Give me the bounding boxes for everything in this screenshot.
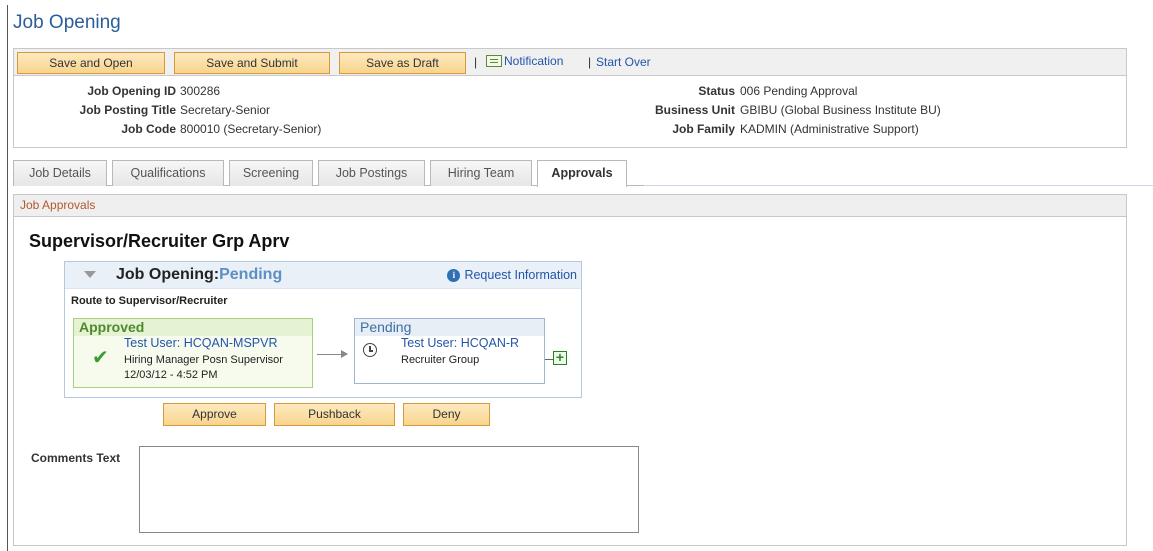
pending-role: Recruiter Group	[401, 354, 480, 366]
route-label: Route to Supervisor/Recruiter	[71, 295, 228, 307]
business-unit-row: Business Unit GBIBU (Global Business Ins…	[14, 103, 1124, 121]
deny-button[interactable]: Deny	[403, 403, 490, 426]
toolbar-separator: |	[474, 55, 478, 69]
pushback-button[interactable]: Pushback	[274, 403, 395, 426]
save-and-submit-button[interactable]: Save and Submit	[174, 52, 330, 74]
approval-section-title: Supervisor/Recruiter Grp Aprv	[29, 231, 290, 251]
page-title: Job Opening	[13, 12, 121, 33]
business-unit-label: Business Unit	[654, 103, 735, 117]
job-opening-summary: Job Opening ID 300286 Job Posting Title …	[13, 76, 1127, 148]
tab-baseline-accent	[644, 185, 1153, 186]
status-row: Status 006 Pending Approval	[14, 84, 1124, 102]
collapse-triangle-icon[interactable]	[84, 271, 96, 278]
info-icon: i	[447, 268, 461, 282]
comments-label: Comments Text	[31, 451, 121, 465]
notification-icon	[486, 55, 502, 67]
comments-textarea[interactable]	[139, 446, 639, 533]
toolbar: Save and Open Save and Submit Save as Dr…	[13, 48, 1127, 76]
request-information-link[interactable]: i Request Information	[447, 268, 577, 282]
tab-hiring-team[interactable]: Hiring Team	[430, 160, 532, 186]
request-information-label: Request Information	[464, 268, 577, 282]
approved-step: Approved ✔ Test User: HCQAN-MSPVR Hiring…	[73, 318, 313, 388]
job-family-label: Job Family	[672, 122, 735, 136]
save-as-draft-button[interactable]: Save as Draft	[339, 52, 466, 74]
pending-user-link[interactable]: Test User: HCQAN-R	[401, 336, 519, 350]
job-approvals-header: Job Approvals	[14, 195, 1126, 217]
workflow-header: Job Opening:Pending i Request Informatio…	[65, 262, 581, 289]
job-family-value: KADMIN (Administrative Support)	[740, 122, 919, 136]
clock-icon	[363, 343, 377, 357]
add-approver-icon[interactable]: +	[553, 350, 567, 365]
checkmark-icon: ✔	[92, 347, 109, 369]
workflow-title-prefix: Job Opening:	[116, 266, 220, 283]
tab-qualifications[interactable]: Qualifications	[112, 160, 224, 186]
workflow-title: Job Opening:Pending	[116, 266, 282, 284]
tab-job-details[interactable]: Job Details	[13, 160, 107, 186]
tab-approvals[interactable]: Approvals	[537, 160, 627, 187]
toolbar-separator-2: |	[588, 55, 592, 69]
approve-button[interactable]: Approve	[163, 403, 266, 426]
approval-workflow-box: Job Opening:Pending i Request Informatio…	[64, 261, 582, 398]
arrow-right-icon	[317, 350, 348, 358]
notification-link[interactable]: Notification	[486, 54, 563, 68]
start-over-link[interactable]: Start Over	[596, 55, 651, 69]
notification-label: Notification	[504, 54, 564, 68]
approver-role: Hiring Manager Posn Supervisor	[124, 354, 283, 366]
pending-step-status: Pending	[355, 319, 544, 336]
workflow-status: Pending	[219, 266, 283, 283]
status-label: Status	[698, 84, 735, 98]
business-unit-value: GBIBU (Global Business Institute BU)	[740, 103, 941, 117]
approver-user-link[interactable]: Test User: HCQAN-MSPVR	[124, 336, 278, 350]
status-value: 006 Pending Approval	[740, 84, 858, 98]
save-and-open-button[interactable]: Save and Open	[17, 52, 165, 74]
tab-screening[interactable]: Screening	[229, 160, 313, 186]
approval-timestamp: 12/03/12 - 4:52 PM	[124, 369, 218, 381]
pending-step: Pending Test User: HCQAN-R Recruiter Gro…	[354, 318, 545, 384]
tab-job-postings[interactable]: Job Postings	[318, 160, 425, 186]
add-connector	[545, 359, 553, 360]
job-family-row: Job Family KADMIN (Administrative Suppor…	[14, 122, 1124, 140]
approved-step-status: Approved	[74, 319, 312, 336]
